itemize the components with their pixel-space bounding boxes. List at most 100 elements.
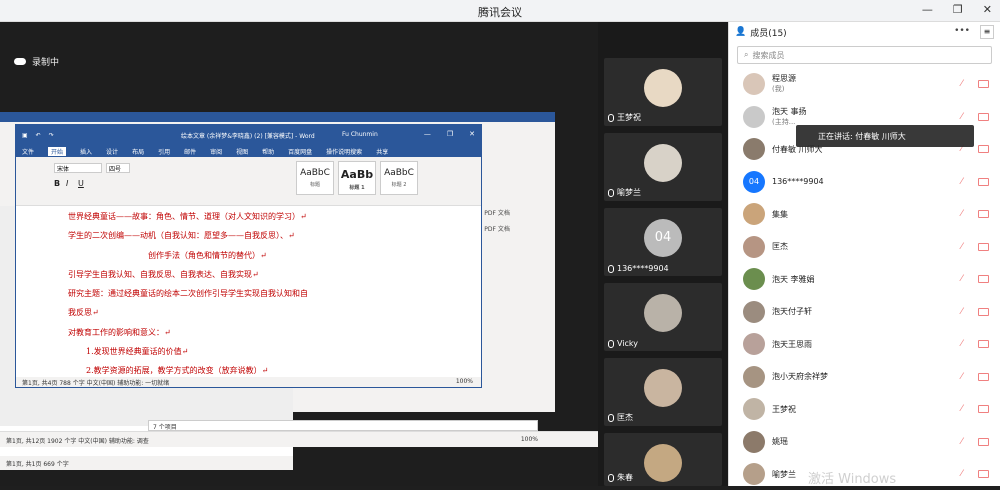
document-page[interactable]: 世界经典童话——故事：角色、情节、道理（对人文知识的学习）↵ 学生的二次创编——… <box>58 207 448 377</box>
mic-muted-icon[interactable]: ⁄ <box>961 437 971 447</box>
member-row[interactable]: 泡天王思雨 ⁄ <box>729 328 1000 360</box>
redo-icon[interactable]: ↷ <box>49 132 54 139</box>
mic-muted-icon[interactable]: ⁄ <box>961 404 971 414</box>
member-name: 程思源 <box>772 74 796 83</box>
tab-item[interactable]: 引用 <box>158 147 170 156</box>
camera-off-icon[interactable] <box>978 340 989 348</box>
member-name: 泡天 李雅娟 <box>772 274 815 284</box>
video-tile[interactable]: 王梦祝 <box>604 58 722 126</box>
camera-off-icon[interactable] <box>978 405 989 413</box>
tab-item[interactable]: 百度网盘 <box>288 147 312 156</box>
camera-off-icon[interactable] <box>978 80 989 88</box>
tab-item[interactable]: 共享 <box>376 147 388 156</box>
member-row[interactable]: 匡杰 ⁄ <box>729 231 1000 263</box>
mic-muted-icon[interactable]: ⁄ <box>961 372 971 382</box>
tab-item[interactable]: 插入 <box>80 147 92 156</box>
camera-off-icon[interactable] <box>978 112 989 121</box>
video-tile[interactable]: 喻梦兰 <box>604 133 722 201</box>
undo-icon[interactable]: ↶ <box>36 132 41 139</box>
restore-icon[interactable]: ❐ <box>447 130 453 138</box>
mic-muted-icon[interactable]: ⁄ <box>961 209 971 219</box>
member-search[interactable]: ⌕ 搜索成员 <box>737 46 992 64</box>
style-name: 标题 2 <box>391 182 407 188</box>
avatar <box>644 294 682 332</box>
tab-item[interactable]: 设计 <box>106 147 118 156</box>
tab-item[interactable]: 视图 <box>236 147 248 156</box>
search-placeholder: 搜索成员 <box>752 50 785 60</box>
camera-off-icon[interactable] <box>978 437 989 446</box>
minimize-icon[interactable]: — <box>424 130 431 138</box>
mic-icon <box>608 188 614 197</box>
style-name: 标题 1 <box>349 185 365 191</box>
minimize-icon[interactable]: — <box>922 3 933 16</box>
mic-muted-icon[interactable]: ⁄ <box>961 79 971 89</box>
avatar <box>644 69 682 107</box>
mic-muted-icon[interactable]: ⁄ <box>961 469 971 479</box>
members-panel: 👤 成员(15) ••• ≡ ⌕ 搜索成员 程思源 (我) ⁄ 泡天 事扬 (主持...… <box>728 22 1000 486</box>
mic-muted-icon[interactable]: ⁄ <box>961 112 971 122</box>
font-size-select[interactable]: 四号 <box>106 163 130 173</box>
member-name: 泡天 事扬 <box>772 106 807 116</box>
mic-muted-icon[interactable]: ⁄ <box>961 242 971 252</box>
mic-muted-icon[interactable]: ⁄ <box>961 307 971 317</box>
tab-item[interactable]: 布局 <box>132 147 144 156</box>
ribbon-tabs: 文件 开始 插入 设计 布局 引用 邮件 审阅 视图 帮助 百度网盘 操作说明搜索 共享 <box>16 145 481 157</box>
tab-item[interactable]: 邮件 <box>184 147 196 156</box>
video-tile[interactable]: Vicky <box>604 283 722 351</box>
camera-off-icon[interactable] <box>978 210 989 218</box>
video-tile[interactable]: 朱春 <box>604 433 722 486</box>
mic-muted-icon[interactable]: ⁄ <box>961 177 971 187</box>
underline-button[interactable]: U <box>78 179 84 188</box>
member-row[interactable]: 姚瑶 ⁄ <box>729 426 1000 458</box>
member-row[interactable]: 04 136****9904 ⁄ <box>729 166 1000 198</box>
style-heading2[interactable]: AaBbC 标题 2 <box>380 161 418 195</box>
member-row[interactable]: 王梦祝 ⁄ <box>729 393 1000 425</box>
member-name: 泡天付子轩 <box>772 307 812 316</box>
member-sub: (我) <box>772 85 785 93</box>
doc-line: 创作手法（角色和情节的替代）↵ <box>148 250 267 260</box>
restore-icon[interactable]: ❐ <box>953 3 963 16</box>
tab-item[interactable]: 文件 <box>22 147 34 156</box>
member-row[interactable]: 泡小天府余祥梦 ⁄ <box>729 361 1000 393</box>
camera-off-icon[interactable] <box>978 307 989 316</box>
member-name: 136****9904 <box>772 177 824 186</box>
member-row[interactable]: 程思源 (我) ⁄ <box>729 68 1000 100</box>
camera-off-icon[interactable] <box>978 242 989 251</box>
font-name-select[interactable]: 宋体 <box>54 163 102 173</box>
video-tile[interactable]: 匡杰 <box>604 358 722 426</box>
menu-icon[interactable]: ≡ <box>980 25 994 39</box>
camera-off-icon[interactable] <box>978 275 989 283</box>
member-name: 王梦祝 <box>772 404 796 414</box>
camera-off-icon[interactable] <box>978 145 989 153</box>
bold-button[interactable]: B <box>54 179 60 188</box>
tab-item[interactable]: 帮助 <box>262 147 274 156</box>
italic-button[interactable]: I <box>66 179 68 188</box>
save-icon[interactable]: ▣ <box>22 132 28 139</box>
avatar <box>644 444 682 482</box>
more-icon[interactable]: ••• <box>954 26 970 36</box>
participant-name: 匡杰 <box>617 413 633 422</box>
app-titlebar: 腾讯会议 — ❐ ✕ <box>0 0 1000 22</box>
member-name: 集集 <box>772 209 788 219</box>
video-strip: 王梦祝 喻梦兰 04 136****9904 Vicky 匡杰 朱春 <box>598 22 728 486</box>
camera-off-icon[interactable] <box>978 372 989 381</box>
avatar <box>743 105 765 128</box>
member-row[interactable]: 泡天 李雅娟 ⁄ <box>729 263 1000 295</box>
camera-off-icon[interactable] <box>978 177 989 186</box>
tab-item[interactable]: 审阅 <box>210 147 222 156</box>
tab-item[interactable]: 开始 <box>48 146 67 156</box>
mic-muted-icon[interactable]: ⁄ <box>961 339 971 349</box>
mic-muted-icon[interactable]: ⁄ <box>961 274 971 284</box>
member-row[interactable]: 集集 ⁄ <box>729 198 1000 230</box>
avatar <box>743 398 765 420</box>
video-tile[interactable]: 04 136****9904 <box>604 208 722 276</box>
close-icon[interactable]: ✕ <box>983 3 992 16</box>
tab-item[interactable]: 操作说明搜索 <box>326 147 362 156</box>
close-icon[interactable]: ✕ <box>469 130 475 138</box>
doc-line: 1.发现世界经典童话的价值↵ <box>86 347 189 357</box>
style-heading1[interactable]: AaBb 标题 1 <box>338 161 376 195</box>
member-row[interactable]: 泡天付子轩 ⁄ <box>729 296 1000 328</box>
camera-off-icon[interactable] <box>978 470 989 478</box>
style-title[interactable]: AaBbC 标题 <box>296 161 334 195</box>
participant-name: 喻梦兰 <box>617 188 641 197</box>
